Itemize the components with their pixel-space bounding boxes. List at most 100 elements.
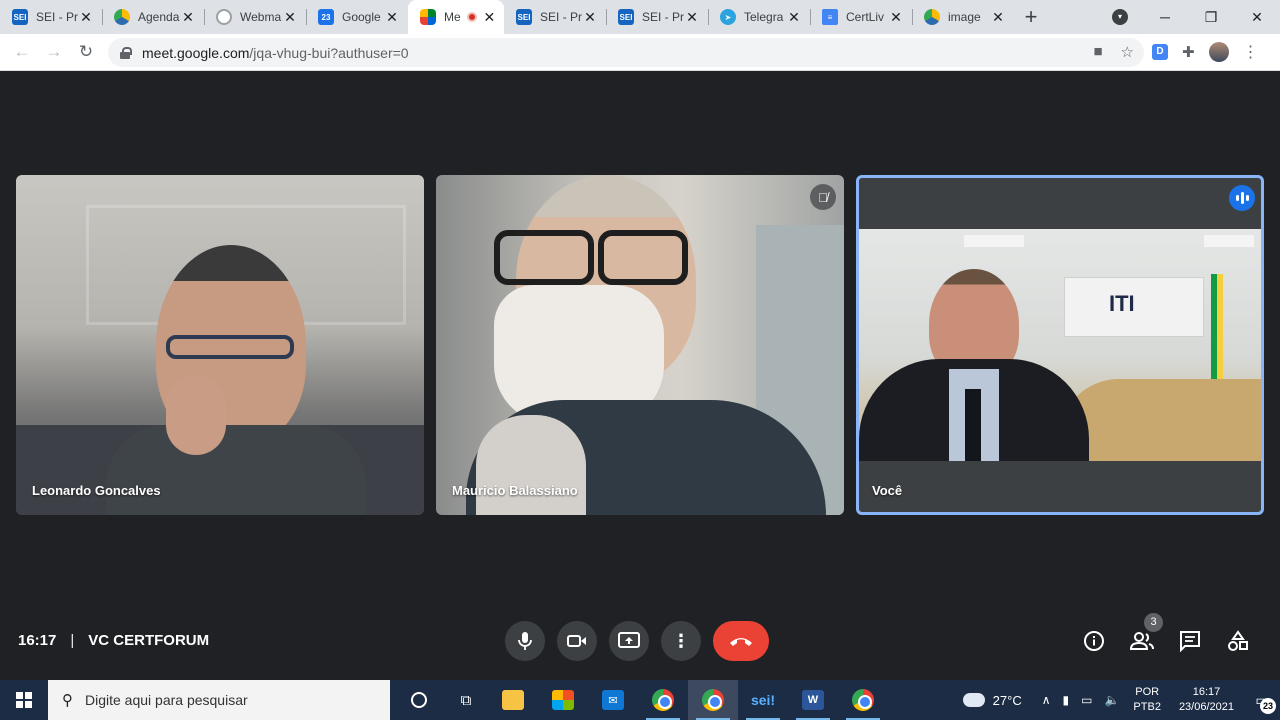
- tab-google-calendar[interactable]: 23 Google ✕: [306, 0, 408, 34]
- close-icon[interactable]: ✕: [78, 9, 94, 26]
- taskbar-chrome-3[interactable]: [838, 680, 888, 720]
- close-icon[interactable]: ✕: [786, 9, 802, 26]
- close-icon[interactable]: ✕: [684, 9, 700, 26]
- extension-d-icon[interactable]: D: [1152, 44, 1168, 60]
- activities-shapes-icon: [1228, 630, 1248, 651]
- taskbar-mail[interactable]: ✉: [588, 680, 638, 720]
- taskbar-word[interactable]: W: [788, 680, 838, 720]
- tab-agenda[interactable]: Agenda ✕: [102, 0, 204, 34]
- action-center-button[interactable]: ▭ 23: [1244, 680, 1280, 720]
- chrome-profile-icon: [702, 689, 724, 711]
- browser-menu-icon[interactable]: ⋮: [1243, 42, 1259, 62]
- minimize-icon[interactable]: ─: [1142, 9, 1188, 25]
- chrome-icon: [852, 689, 874, 711]
- new-tab-button[interactable]: +: [1014, 0, 1048, 34]
- participant-name: Leonardo Goncalves: [32, 483, 161, 498]
- tab-title: Agenda: [138, 10, 180, 24]
- cortana-button[interactable]: [394, 680, 444, 720]
- browser-toolbar: ← → ↻ meet.google.com/jqa-vhug-bui?authu…: [0, 34, 1280, 71]
- participant-video: [16, 175, 424, 515]
- weather-temperature: 27°C: [992, 692, 1022, 708]
- tab-title: SEI - Pr: [642, 10, 684, 24]
- profile-avatar[interactable]: [1208, 42, 1229, 62]
- address-bar[interactable]: meet.google.com/jqa-vhug-bui?authuser=0 …: [108, 38, 1144, 67]
- folder-icon: [502, 690, 524, 710]
- participant-tile-2[interactable]: 🎙̸ Mauricio Balassiano: [436, 175, 844, 515]
- close-icon[interactable]: ✕: [282, 9, 298, 26]
- camera-button[interactable]: [557, 621, 597, 661]
- close-icon[interactable]: ✕: [384, 9, 400, 26]
- room-sign-text: ITI: [1109, 291, 1135, 316]
- taskbar-chrome-1[interactable]: [638, 680, 688, 720]
- self-video: ITI: [859, 229, 1261, 461]
- more-options-button[interactable]: ⋮: [661, 621, 701, 661]
- start-button[interactable]: [0, 680, 48, 720]
- tab-sei-2[interactable]: SEI SEI - Pr ✕: [504, 0, 606, 34]
- clock-time: 16:17: [1192, 686, 1221, 698]
- close-window-icon[interactable]: ✕: [1234, 9, 1280, 26]
- close-icon[interactable]: ✕: [483, 9, 496, 26]
- activities-button[interactable]: [1225, 628, 1251, 654]
- tab-title: SEI - Pr: [540, 10, 582, 24]
- system-clock[interactable]: 16:17 23/06/2021: [1179, 685, 1234, 715]
- info-icon: [1084, 631, 1104, 651]
- mail-envelope-icon: ✉: [602, 690, 624, 710]
- tab-telegram[interactable]: ➤ Telegra ✕: [708, 0, 810, 34]
- clock-date: 23/06/2021: [1178, 701, 1234, 713]
- participant-tile-1[interactable]: Leonardo Goncalves: [16, 175, 424, 515]
- network-icon[interactable]: ▭: [1081, 693, 1092, 707]
- tab-webmail[interactable]: Webma ✕: [204, 0, 306, 34]
- weather-widget[interactable]: 27°C: [962, 688, 1022, 708]
- sei-favicon-icon: SEI: [12, 9, 28, 25]
- volume-icon[interactable]: 🔈: [1104, 693, 1119, 707]
- tab-sei-3[interactable]: SEI SEI - Pr ✕: [606, 0, 708, 34]
- reload-icon[interactable]: ↻: [70, 42, 102, 62]
- tab-sei-1[interactable]: SEI SEI - Pr ✕: [0, 0, 102, 34]
- chat-icon: [1180, 631, 1200, 652]
- bookmark-star-icon[interactable]: ☆: [1121, 43, 1134, 61]
- tab-search-icon[interactable]: ▾: [1112, 9, 1128, 25]
- microphone-icon: [518, 632, 532, 650]
- chat-button[interactable]: [1177, 628, 1203, 654]
- participant-tile-self[interactable]: ITI Você: [856, 175, 1264, 515]
- taskbar-store[interactable]: [538, 680, 588, 720]
- restore-icon[interactable]: ❐: [1188, 9, 1234, 26]
- tab-image[interactable]: image ✕: [912, 0, 1014, 34]
- tab-title: Telegra: [744, 10, 784, 24]
- separator: |: [70, 632, 75, 649]
- close-icon[interactable]: ✕: [990, 9, 1006, 26]
- meeting-details-button[interactable]: [1081, 628, 1107, 654]
- keyboard-layout: PTB2: [1133, 701, 1161, 713]
- taskbar-file-explorer[interactable]: [488, 680, 538, 720]
- tab-title: SEI - Pr: [36, 10, 78, 24]
- tab-title: Google: [342, 10, 381, 24]
- microphone-button[interactable]: [505, 621, 545, 661]
- tab-meet[interactable]: Me ✕: [408, 0, 504, 34]
- close-icon[interactable]: ✕: [180, 9, 196, 26]
- speaking-indicator-icon: [1229, 185, 1255, 211]
- hang-up-icon: [730, 638, 752, 646]
- back-arrow-icon[interactable]: ←: [6, 42, 38, 62]
- taskbar-sei[interactable]: sei!: [738, 680, 788, 720]
- microphone-tray-icon[interactable]: ▮: [1063, 693, 1070, 707]
- forward-arrow-icon[interactable]: →: [38, 42, 70, 62]
- participant-name: Mauricio Balassiano: [452, 483, 578, 498]
- taskbar-search[interactable]: ⚲ Digite aqui para pesquisar: [48, 680, 390, 720]
- close-icon[interactable]: ✕: [888, 9, 904, 26]
- end-call-button[interactable]: [713, 621, 769, 661]
- present-screen-button[interactable]: [609, 621, 649, 661]
- people-icon: [1129, 632, 1154, 650]
- camera-permission-icon[interactable]: ■: [1093, 43, 1102, 61]
- extensions-puzzle-icon[interactable]: ✚: [1182, 43, 1195, 61]
- taskbar-chrome-2[interactable]: [688, 680, 738, 720]
- telegram-favicon-icon: ➤: [720, 9, 736, 25]
- participants-count-badge: 3: [1144, 613, 1163, 632]
- tab-certlive[interactable]: ≡ CertLiv ✕: [810, 0, 912, 34]
- chrome-icon: [652, 689, 674, 711]
- input-language[interactable]: POR PTB2: [1133, 685, 1161, 715]
- word-icon: W: [802, 690, 824, 710]
- docs-favicon-icon: ≡: [822, 9, 838, 25]
- chevron-up-icon[interactable]: ∧: [1042, 693, 1051, 707]
- close-icon[interactable]: ✕: [582, 9, 598, 26]
- task-view-button[interactable]: ⧉: [444, 680, 488, 720]
